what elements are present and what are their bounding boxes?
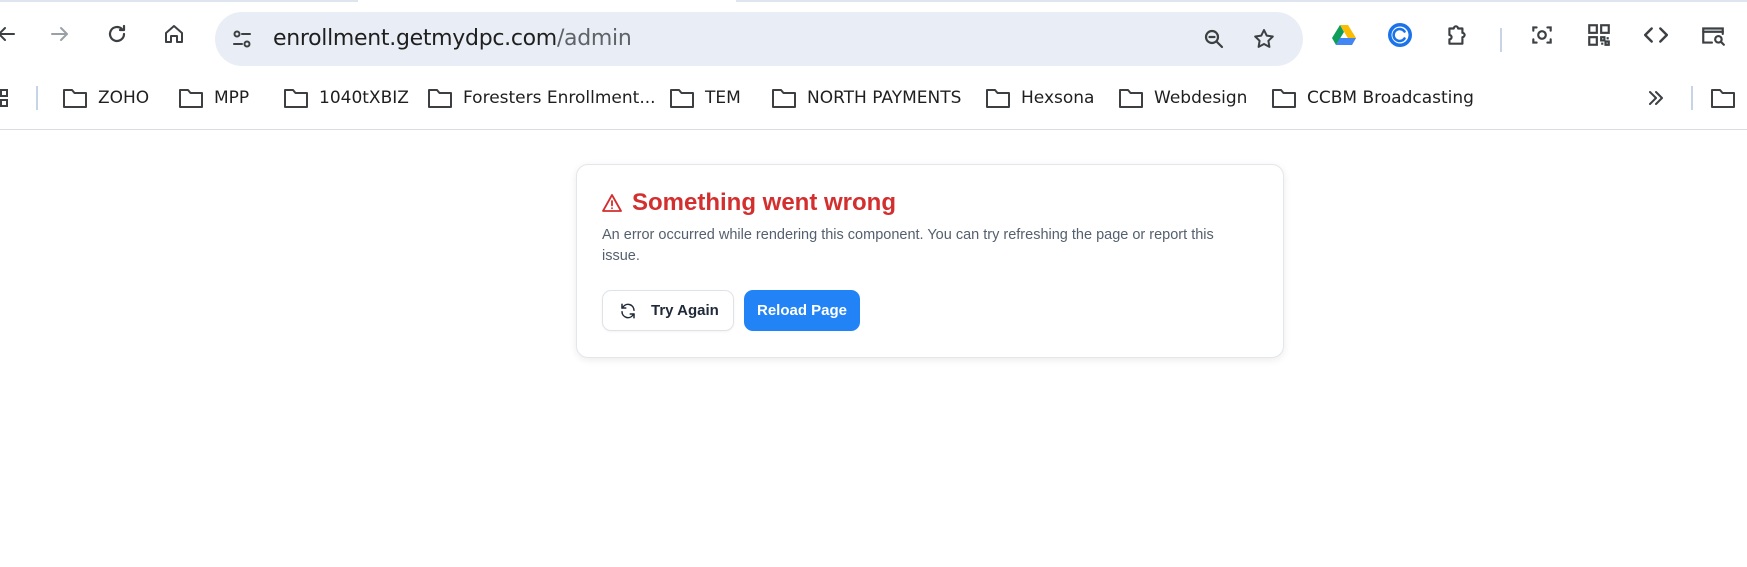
bookmark-label: Foresters Enrollment... xyxy=(463,88,656,108)
extensions-button[interactable] xyxy=(1439,17,1475,53)
folder-icon xyxy=(179,89,203,108)
bookmark-folder-foresters[interactable]: Foresters Enrollment... xyxy=(427,82,656,114)
try-again-button[interactable]: Try Again xyxy=(602,290,734,331)
bookmark-label: Hexsona xyxy=(1021,88,1095,108)
qr-code-button[interactable] xyxy=(1581,17,1617,53)
bookmark-folder-ccbm[interactable]: CCBM Broadcasting xyxy=(1271,82,1474,114)
folder-icon xyxy=(986,89,1010,108)
bookmark-folder-tem[interactable]: TEM xyxy=(669,82,741,114)
bookmarks-bar: ZOHO MPP 1040tXBIZ Foresters Enrollment.… xyxy=(0,78,1747,118)
site-info-icon xyxy=(233,30,251,48)
bookmark-label: Webdesign xyxy=(1154,88,1248,108)
bookmark-folder-zoho[interactable]: ZOHO xyxy=(62,82,149,114)
bookmark-label: TEM xyxy=(705,88,741,108)
url-path: /admin xyxy=(556,26,632,51)
search-tabs-button[interactable] xyxy=(1695,17,1731,53)
site-info-button[interactable] xyxy=(223,20,261,58)
bookmark-star-button[interactable] xyxy=(1245,20,1283,58)
code-button[interactable] xyxy=(1638,17,1674,53)
address-bar[interactable]: enrollment.getmydpc.com/admin xyxy=(215,12,1303,66)
page-divider xyxy=(0,129,1747,130)
folder-icon xyxy=(428,89,452,108)
zoom-button[interactable] xyxy=(1195,20,1233,58)
apps-grid-icon[interactable] xyxy=(0,88,14,108)
bookmark-label: MPP xyxy=(214,88,250,108)
screenshot-icon xyxy=(1532,26,1552,44)
url-text[interactable]: enrollment.getmydpc.com/admin xyxy=(273,25,632,53)
error-heading: Something went wrong xyxy=(602,189,896,217)
toolbar-separator xyxy=(1500,28,1502,52)
reload-button[interactable] xyxy=(97,14,137,54)
home-button[interactable] xyxy=(154,14,194,54)
google-drive-extension[interactable] xyxy=(1326,17,1362,53)
extensions-puzzle-icon xyxy=(1448,25,1466,45)
bookmark-folder-north-payments[interactable]: NORTH PAYMENTS xyxy=(771,82,961,114)
forward-icon xyxy=(51,27,68,41)
zoom-icon xyxy=(1204,29,1224,49)
screenshot-button[interactable] xyxy=(1524,17,1560,53)
folder-icon xyxy=(772,89,796,108)
error-card: Something went wrong An error occurred w… xyxy=(576,164,1284,358)
folder-icon xyxy=(670,89,694,108)
try-again-label: Try Again xyxy=(651,302,719,319)
browser-toolbar: enrollment.getmydpc.com/admin xyxy=(0,2,1747,76)
reload-icon xyxy=(108,24,126,43)
bookmark-star-icon xyxy=(1254,29,1274,48)
forward-button[interactable] xyxy=(40,14,80,54)
qr-code-icon xyxy=(1588,24,1610,46)
warning-icon xyxy=(602,194,622,212)
reload-page-button[interactable]: Reload Page xyxy=(744,290,860,331)
url-host: enrollment.getmydpc.com xyxy=(273,26,557,51)
back-button[interactable] xyxy=(0,14,26,54)
extension-c-icon xyxy=(1388,23,1412,47)
error-description: An error occurred while rendering this c… xyxy=(602,227,1214,264)
back-icon xyxy=(0,27,15,41)
refresh-icon xyxy=(621,303,635,318)
double-chevron-right-icon xyxy=(1649,91,1663,105)
bookmark-label: ZOHO xyxy=(98,88,150,108)
folder-icon xyxy=(1272,89,1296,108)
bookmark-folder-1040txbiz[interactable]: 1040tXBIZ xyxy=(283,82,409,114)
search-tabs-icon xyxy=(1702,27,1725,46)
c-extension[interactable] xyxy=(1382,17,1418,53)
bookmark-folder-hexsona[interactable]: Hexsona xyxy=(985,82,1094,114)
bookmark-folder-webdesign[interactable]: Webdesign xyxy=(1118,82,1247,114)
bookmark-label: NORTH PAYMENTS xyxy=(807,88,962,108)
bookmark-label: CCBM Broadcasting xyxy=(1307,88,1474,108)
bookmarks-separator xyxy=(1691,86,1693,110)
bookmark-folder-mpp[interactable]: MPP xyxy=(178,82,249,114)
bookmark-label: 1040tXBIZ xyxy=(319,88,409,108)
folder-icon xyxy=(1119,89,1143,108)
home-icon xyxy=(165,25,183,43)
bookmarks-separator xyxy=(36,86,38,110)
folder-icon xyxy=(63,89,87,108)
error-title: Something went wrong xyxy=(632,189,896,216)
folder-icon[interactable] xyxy=(1708,87,1738,109)
bookmarks-overflow-button[interactable] xyxy=(1640,82,1672,114)
folder-icon xyxy=(284,89,308,108)
code-icon xyxy=(1643,27,1669,43)
google-drive-icon xyxy=(1332,25,1356,45)
